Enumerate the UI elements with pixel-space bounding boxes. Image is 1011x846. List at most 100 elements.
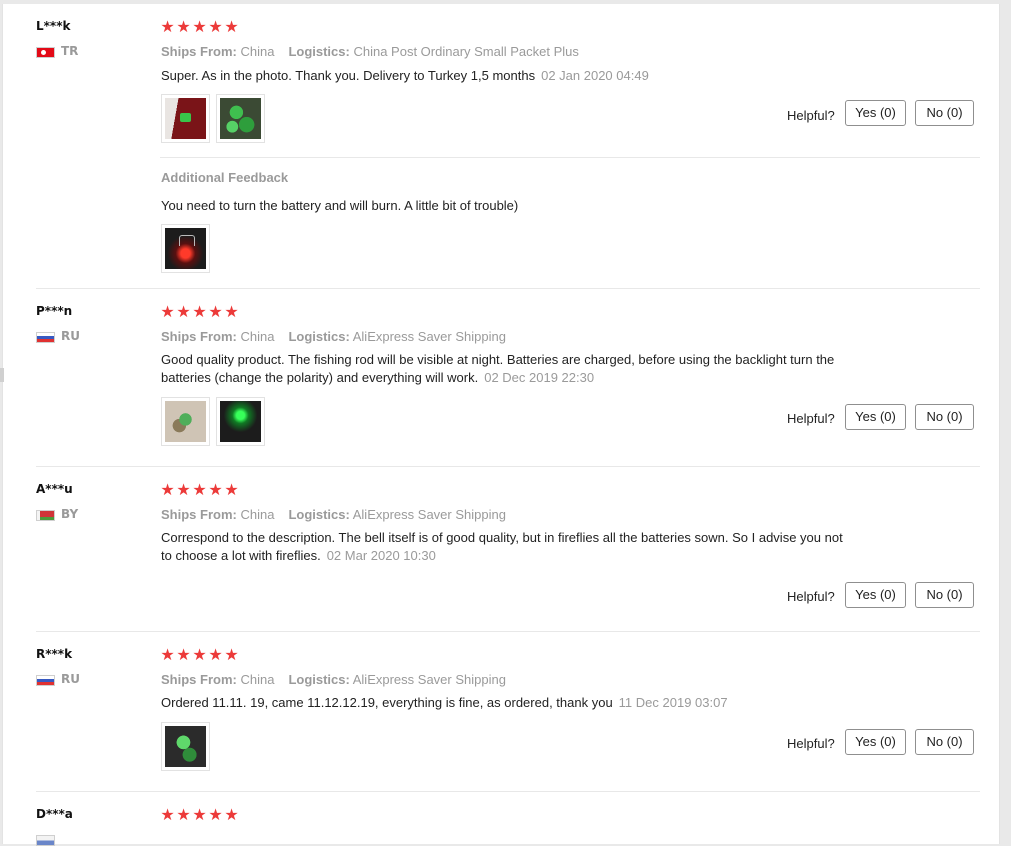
- ships-from-value: China: [240, 329, 275, 344]
- star-icon: ★: [176, 17, 191, 36]
- logistics-value: AliExpress Saver Shipping: [352, 507, 506, 522]
- review-text: Good quality product. The fishing rod wi…: [161, 351, 901, 387]
- helpful-yes-button[interactable]: Yes (0): [845, 404, 906, 430]
- review-text: Ordered 11.11. 19, came 11.12.12.19, eve…: [161, 694, 901, 712]
- helpful-no-button[interactable]: No (0): [915, 100, 974, 126]
- star-icon: ★: [208, 302, 223, 321]
- helpful-yes-button[interactable]: Yes (0): [845, 100, 906, 126]
- star-icon: ★: [224, 480, 239, 499]
- review-photo-thumbnail[interactable]: [161, 224, 210, 273]
- star-icon: ★: [224, 302, 239, 321]
- country-code: RU: [61, 329, 80, 343]
- review-text: Correspond to the description. The bell …: [161, 529, 901, 565]
- logistics-label: Logistics:: [288, 507, 350, 522]
- logistics-value: AliExpress Saver Shipping: [352, 329, 506, 344]
- helpful-no-button[interactable]: No (0): [915, 404, 974, 430]
- star-icon: ★: [192, 480, 207, 499]
- logistics-value: AliExpress Saver Shipping: [352, 672, 506, 687]
- review-photo-thumbnail[interactable]: [161, 397, 210, 446]
- star-icon: ★: [160, 17, 175, 36]
- reviewer-name: L***k: [36, 19, 71, 33]
- belarus-flag-icon: [36, 510, 55, 521]
- shipping-info: Ships From: China Logistics: AliExpress S…: [161, 507, 506, 522]
- review-divider: [36, 466, 980, 467]
- review-date: 02 Jan 2020 04:49: [541, 68, 649, 83]
- ships-from-label: Ships From:: [161, 507, 237, 522]
- review-body-line: Good quality product. The fishing rod wi…: [161, 352, 835, 367]
- shipping-info: Ships From: China Logistics: AliExpress S…: [161, 672, 506, 687]
- star-icon: ★: [224, 805, 239, 824]
- review-photo-thumbnail[interactable]: [161, 722, 210, 771]
- star-icon: ★: [208, 805, 223, 824]
- star-icon: ★: [192, 805, 207, 824]
- ships-from-value: China: [240, 44, 275, 59]
- ships-from-label: Ships From:: [161, 329, 237, 344]
- review-text: Super. As in the photo. Thank you. Deliv…: [161, 67, 901, 85]
- ships-from-label: Ships From:: [161, 672, 237, 687]
- star-icon: ★: [160, 302, 175, 321]
- star-icon: ★: [224, 645, 239, 664]
- star-icon: ★: [192, 645, 207, 664]
- star-icon: ★: [208, 645, 223, 664]
- logistics-label: Logistics:: [288, 44, 350, 59]
- turkey-flag-icon: [36, 47, 55, 58]
- review-date: 11 Dec 2019 03:07: [618, 695, 728, 710]
- shipping-info: Ships From: China Logistics: China Post O…: [161, 44, 579, 59]
- star-icon: ★: [208, 17, 223, 36]
- star-rating: ★ ★ ★ ★ ★: [160, 304, 239, 322]
- shipping-info: Ships From: China Logistics: AliExpress S…: [161, 329, 506, 344]
- review-photo-thumbnail[interactable]: [216, 94, 265, 143]
- star-rating: ★ ★ ★ ★ ★: [160, 19, 239, 37]
- country-code: TR: [61, 44, 79, 58]
- star-icon: ★: [176, 645, 191, 664]
- review-body-line: Correspond to the description. The bell …: [161, 530, 843, 545]
- logistics-label: Logistics:: [288, 672, 350, 687]
- review-body-line: to choose a lot with fireflies.: [161, 548, 321, 563]
- review-body: Super. As in the photo. Thank you. Deliv…: [161, 68, 536, 83]
- star-icon: ★: [160, 805, 175, 824]
- review-photo-thumbnail[interactable]: [216, 397, 265, 446]
- star-icon: ★: [176, 302, 191, 321]
- helpful-yes-button[interactable]: Yes (0): [845, 729, 906, 755]
- reviewer-name: A***u: [36, 482, 73, 496]
- star-icon: ★: [208, 480, 223, 499]
- russia-flag-icon: [36, 675, 55, 686]
- review-divider: [36, 288, 980, 289]
- reviewer-name: R***k: [36, 647, 73, 661]
- helpful-label: Helpful?: [787, 411, 835, 426]
- helpful-label: Helpful?: [787, 589, 835, 604]
- helpful-no-button[interactable]: No (0): [915, 582, 974, 608]
- review-divider: [36, 791, 980, 792]
- helpful-label: Helpful?: [787, 736, 835, 751]
- review-body: Ordered 11.11. 19, came 11.12.12.19, eve…: [161, 695, 613, 710]
- ships-from-value: China: [240, 507, 275, 522]
- star-icon: ★: [224, 17, 239, 36]
- review-date: 02 Dec 2019 22:30: [484, 370, 595, 385]
- additional-feedback-heading: Additional Feedback: [161, 170, 289, 185]
- helpful-yes-button[interactable]: Yes (0): [845, 582, 906, 608]
- star-icon: ★: [160, 480, 175, 499]
- scroll-edge-marker: [0, 368, 4, 382]
- logistics-value: China Post Ordinary Small Packet Plus: [353, 44, 579, 59]
- ships-from-value: China: [240, 672, 275, 687]
- helpful-label: Helpful?: [787, 108, 835, 123]
- star-icon: ★: [192, 17, 207, 36]
- logistics-label: Logistics:: [288, 329, 350, 344]
- country-code: RU: [61, 672, 80, 686]
- review-date: 02 Mar 2020 10:30: [326, 548, 436, 563]
- star-rating: ★ ★ ★ ★ ★: [160, 482, 239, 500]
- star-rating: ★ ★ ★ ★ ★: [160, 647, 239, 665]
- star-icon: ★: [176, 480, 191, 499]
- review-divider: [36, 631, 980, 632]
- country-flag-icon: [36, 835, 55, 846]
- ships-from-label: Ships From:: [161, 44, 237, 59]
- review-body-line: batteries (change the polarity) and ever…: [161, 370, 479, 385]
- reviewer-name: D***a: [36, 807, 73, 821]
- additional-feedback-text: You need to turn the battery and will bu…: [161, 198, 519, 213]
- star-icon: ★: [176, 805, 191, 824]
- helpful-no-button[interactable]: No (0): [915, 729, 974, 755]
- reviewer-name: P***n: [36, 304, 73, 318]
- star-rating: ★ ★ ★ ★ ★: [160, 807, 239, 825]
- review-photo-thumbnail[interactable]: [161, 94, 210, 143]
- divider: [160, 157, 980, 158]
